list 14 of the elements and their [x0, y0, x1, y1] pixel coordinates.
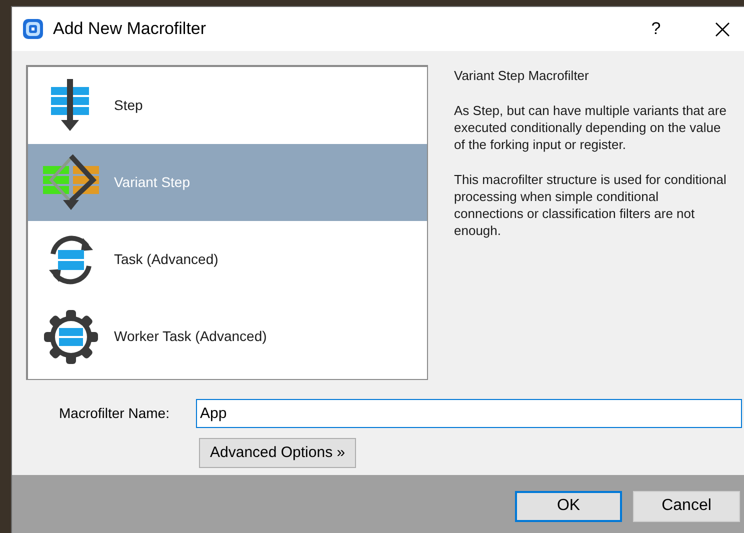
dialog-button[interactable]: OK	[515, 490, 622, 522]
app-icon	[22, 18, 44, 40]
name-label: Macrofilter Name:	[59, 404, 170, 423]
description-text: As Step, but can have multiple variants that are executed conditionally depending on the value of the forking input or register.	[454, 102, 728, 153]
window-title: Add New Macrofilter	[53, 18, 206, 40]
advanced-options-button[interactable]: Advanced Options »	[199, 438, 356, 468]
variant-step-icon	[41, 152, 101, 212]
name-input-field[interactable]: App	[196, 399, 742, 428]
close-icon	[714, 22, 730, 36]
description-title: Variant Step Macrofilter	[454, 67, 590, 84]
help-button[interactable]: ?	[634, 14, 678, 44]
dialog-button[interactable]: Cancel	[633, 490, 740, 522]
gear-icon	[43, 308, 99, 364]
description-text: This macrofilter structure is used for conditional processing when simple conditional connections or classification filters are not enough.	[454, 171, 728, 239]
